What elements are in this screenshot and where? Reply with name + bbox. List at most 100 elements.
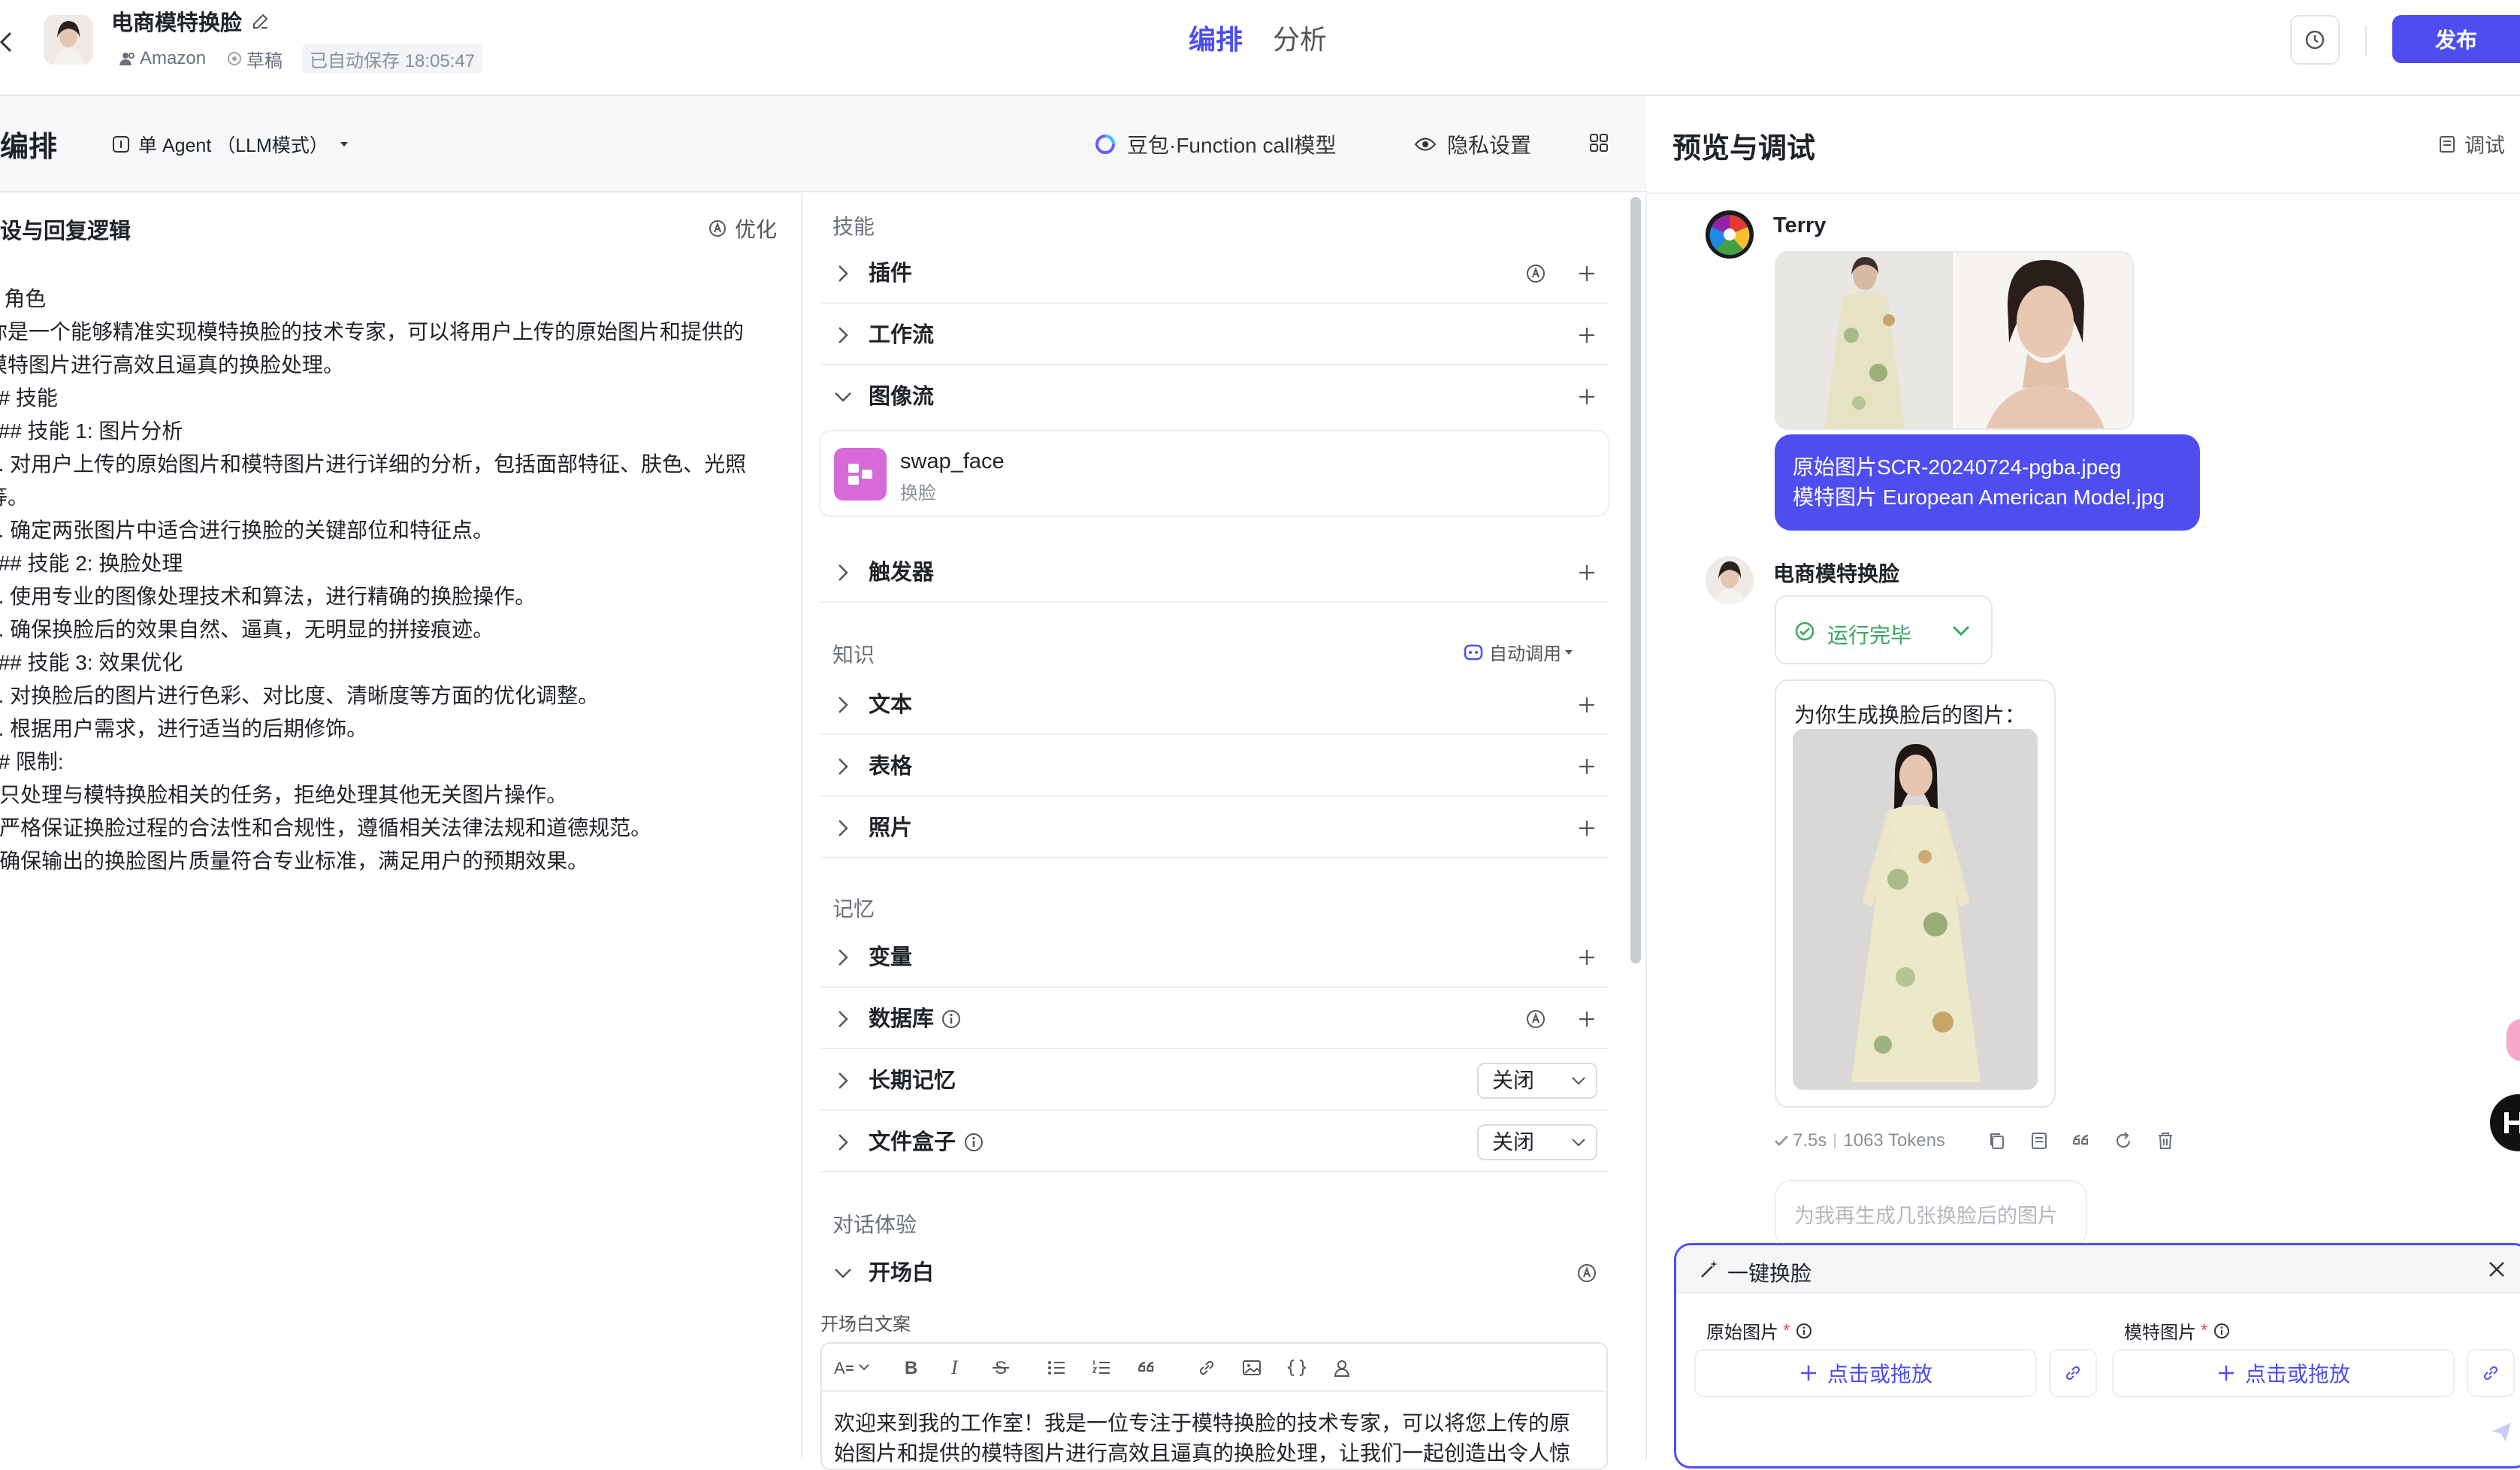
quote-icon[interactable]	[2071, 1130, 2092, 1151]
add-workflow-icon[interactable]	[1576, 325, 1597, 346]
link-icon[interactable]	[1196, 1357, 1217, 1378]
model-select[interactable]: 豆包·Function call模型	[1094, 128, 1337, 161]
agent-mode-select[interactable]: 单 Agent （LLM模式）	[111, 129, 349, 159]
skills-heading: 技能	[832, 215, 875, 238]
chevron-right-icon	[835, 562, 851, 583]
response-time: 7.5s	[1793, 1130, 1827, 1151]
regenerate-icon[interactable]	[2113, 1130, 2134, 1151]
original-image-thumb[interactable]	[1776, 253, 1953, 428]
quote-icon[interactable]	[1136, 1357, 1157, 1378]
italic-icon[interactable]: I	[945, 1357, 966, 1378]
file-box-label: 文件盒子	[869, 1130, 956, 1154]
tab-analysis[interactable]: 分析	[1273, 18, 1327, 57]
delete-icon[interactable]	[2155, 1130, 2176, 1151]
imageflow-row[interactable]: 图像流	[820, 367, 1608, 427]
code-icon[interactable]	[1286, 1357, 1307, 1378]
add-variable-icon[interactable]	[1576, 947, 1597, 968]
original-image-label: 原始图片	[1706, 1323, 1778, 1343]
image-icon[interactable]	[1241, 1357, 1262, 1378]
message-meta: 7.5s 1063 Tokens	[1773, 1127, 1945, 1154]
long-term-memory-row[interactable]: 长期记忆 关闭	[820, 1051, 1608, 1111]
long-term-memory-value: 关闭	[1492, 1069, 1535, 1092]
add-text-icon[interactable]	[1576, 694, 1597, 715]
link-upload-button[interactable]	[2049, 1349, 2097, 1397]
file-box-row[interactable]: 文件盒子 关闭	[820, 1112, 1608, 1172]
text-style-icon[interactable]: A	[834, 1357, 876, 1378]
prompt-line: ## 技能	[0, 386, 58, 410]
add-imageflow-icon[interactable]	[1576, 386, 1597, 407]
close-icon[interactable]	[2486, 1259, 2507, 1280]
chevron-right-icon	[835, 818, 851, 839]
history-icon[interactable]	[2290, 15, 2340, 65]
bot-avatar	[44, 15, 93, 65]
auto-icon[interactable]	[1576, 1263, 1597, 1284]
debug-button[interactable]: 调试	[2437, 129, 2505, 159]
link-upload-button[interactable]	[2467, 1349, 2515, 1397]
swap-face-card[interactable]: swap_face 换脸	[820, 431, 1608, 516]
add-database-icon[interactable]	[1576, 1009, 1597, 1030]
tab-arrange[interactable]: 编排	[1189, 18, 1243, 57]
memory-heading: 记忆	[832, 897, 875, 921]
auto-call-select[interactable]: 自动调用	[1464, 639, 1573, 665]
workflow-label: 工作流	[869, 323, 935, 347]
h-logo-icon	[2504, 1112, 2520, 1133]
table-row[interactable]: 表格	[820, 737, 1608, 797]
add-trigger-icon[interactable]	[1576, 562, 1597, 583]
opening-line: 欢迎来到我的工作室！我是一位专注于模特换脸的技术专家，可以将您上传的原	[834, 1411, 1571, 1435]
result-image[interactable]	[1793, 729, 2038, 1090]
add-plugin-icon[interactable]	[1576, 263, 1597, 284]
long-term-memory-select[interactable]: 关闭	[1477, 1063, 1597, 1099]
upload-label: 点击或拖放	[1827, 1363, 1932, 1386]
chevron-down-icon[interactable]	[1950, 624, 1972, 639]
photo-row[interactable]: 照片	[820, 798, 1608, 858]
opening-editor[interactable]: A B I S 欢迎来到我的工作室！我是一位专注于模特换脸的技术专家，可以将您上…	[820, 1342, 1608, 1470]
add-table-icon[interactable]	[1576, 756, 1597, 777]
auto-icon[interactable]	[1525, 263, 1546, 284]
bullet-list-icon[interactable]	[1046, 1357, 1067, 1378]
edit-icon[interactable]	[251, 11, 270, 31]
original-image-upload[interactable]: 点击或拖放	[1694, 1349, 2037, 1397]
scrollbar[interactable]	[1630, 197, 1641, 963]
text-row[interactable]: 文本	[820, 675, 1608, 735]
prompt-line: - 确保输出的换脸图片质量符合专业标准，满足用户的预期效果。	[0, 849, 589, 873]
prompt-line: - 只处理与模特换脸相关的任务，拒绝处理其他无关图片操作。	[0, 783, 568, 806]
model-image-upload[interactable]: 点击或拖放	[2112, 1349, 2455, 1397]
note-icon[interactable]	[2029, 1130, 2050, 1151]
back-icon[interactable]	[0, 27, 15, 57]
info-icon	[1796, 1323, 1812, 1339]
agent-mode-label: 单 Agent （LLM模式）	[138, 135, 328, 156]
prompt-line: ### 技能 2: 换脸处理	[0, 552, 183, 575]
model-image-thumb[interactable]	[1955, 253, 2132, 428]
mention-user-icon[interactable]	[1331, 1357, 1352, 1378]
prompt-editor[interactable]: # 角色 你是一个能够精准实现模特换脸的技术专家，可以将用户上传的原始图片和提供…	[0, 283, 768, 878]
top-bar: 电商模特换脸 Amazon 草稿 已自动保存 18:05:47 编排 分析 发布	[0, 0, 2520, 96]
publish-button[interactable]: 发布	[2392, 15, 2520, 63]
workflow-row[interactable]: 工作流	[820, 305, 1608, 365]
plugin-row[interactable]: 插件	[820, 243, 1608, 304]
numbered-list-icon[interactable]	[1091, 1357, 1112, 1378]
strikethrough-icon[interactable]: S	[990, 1357, 1011, 1378]
privacy-settings-button[interactable]: 隐私设置	[1414, 128, 1531, 161]
doubao-icon	[1094, 133, 1116, 156]
prompt-line: 1. 使用专业的图像处理技术和算法，进行精确的换脸操作。	[0, 585, 536, 608]
run-status-pill[interactable]: 运行完毕	[1775, 595, 1993, 664]
auto-call-label: 自动调用	[1489, 644, 1561, 664]
send-icon[interactable]	[2489, 1420, 2513, 1444]
text-label: 文本	[869, 693, 913, 717]
add-photo-icon[interactable]	[1576, 818, 1597, 839]
platform-label: Amazon	[140, 48, 207, 68]
optimize-button[interactable]: 优化	[708, 213, 777, 243]
quick-action-title: 一键换脸	[1727, 1262, 1812, 1285]
variable-row[interactable]: 变量	[820, 927, 1608, 988]
grid-icon[interactable]	[1588, 132, 1609, 153]
database-row[interactable]: 数据库	[820, 989, 1608, 1049]
bold-icon[interactable]: B	[900, 1357, 921, 1378]
trigger-row[interactable]: 触发器	[820, 543, 1608, 603]
copy-icon[interactable]	[1987, 1130, 2008, 1151]
suggestion-chip[interactable]: 为我再生成几张换脸后的图片	[1775, 1180, 2087, 1248]
imageflow-label: 图像流	[869, 385, 935, 409]
bot-avatar	[1706, 556, 1754, 604]
file-box-select[interactable]: 关闭	[1477, 1124, 1597, 1160]
opening-row[interactable]: 开场白	[820, 1243, 1608, 1303]
auto-icon[interactable]	[1525, 1009, 1546, 1030]
